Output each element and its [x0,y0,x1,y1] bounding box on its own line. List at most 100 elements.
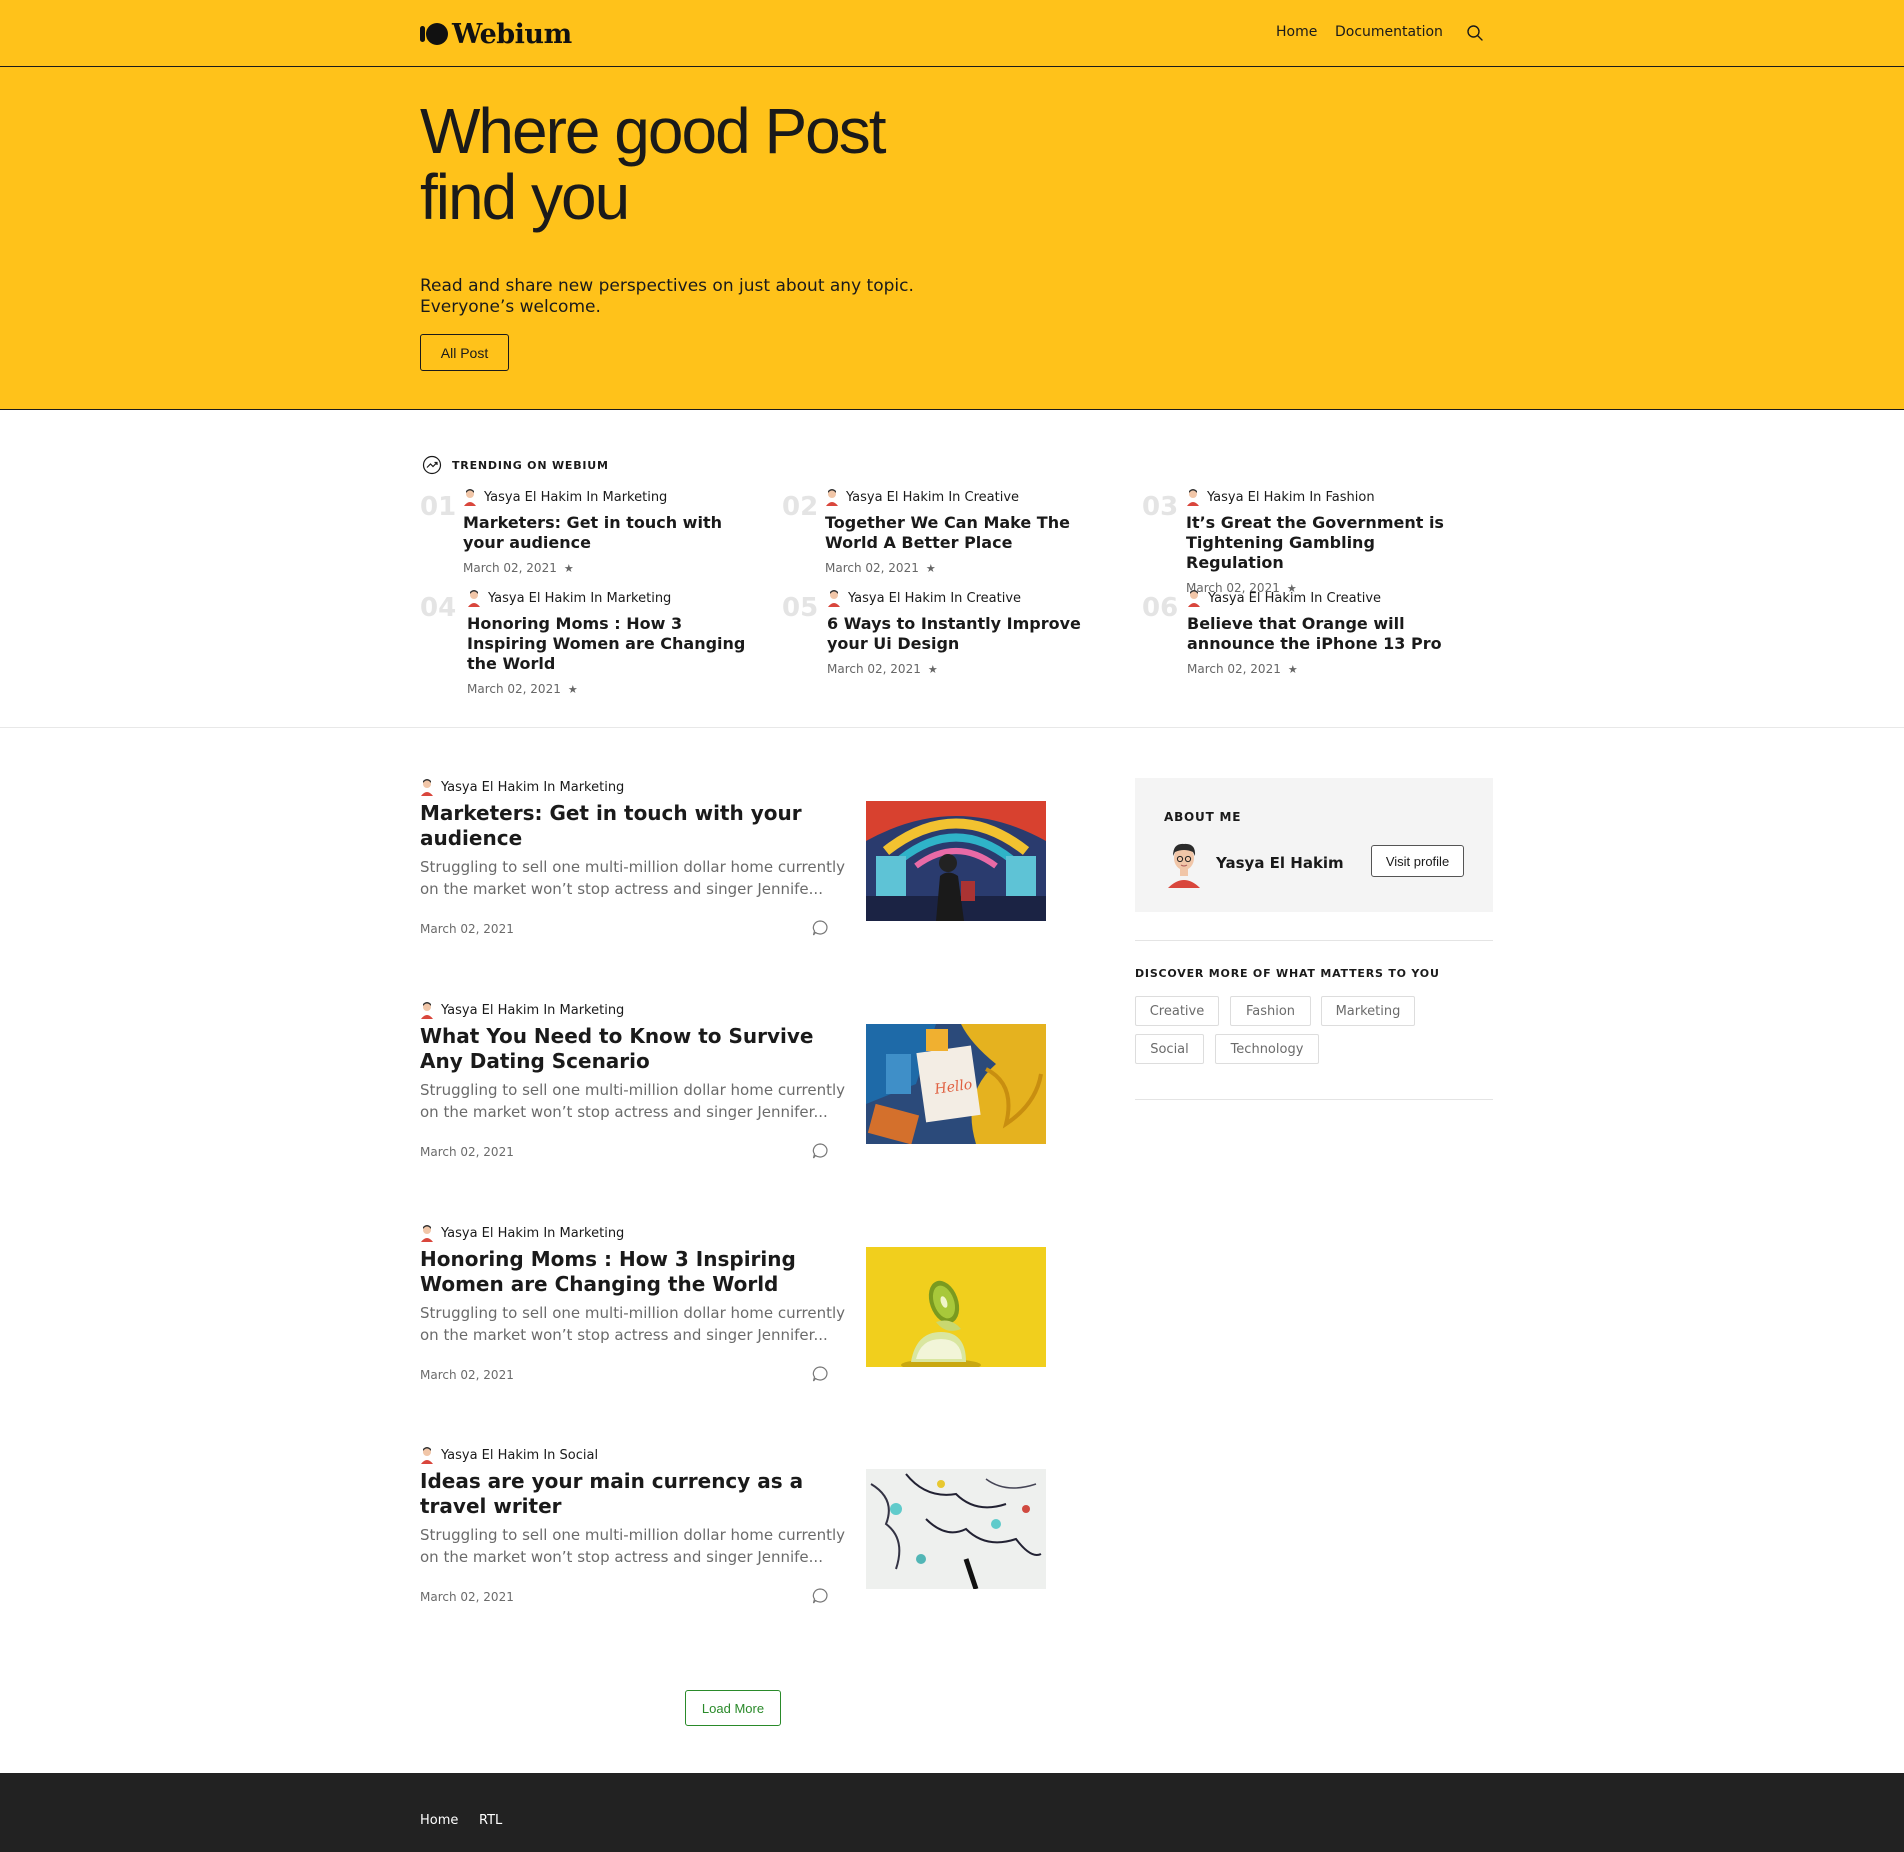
post-card[interactable]: Yasya El Hakim In Marketing Honoring Mom… [420,1224,1046,1384]
trending-header: TRENDING ON WEBIUM [422,455,609,475]
search-icon[interactable] [1466,24,1484,42]
trending-meta: March 02, 2021 ★ [467,682,757,696]
trending-number: 03 [1142,492,1179,522]
site-logo[interactable]: Webium [420,18,572,50]
author-avatar-icon [421,1225,433,1242]
trending-number: 01 [420,492,457,522]
top-navbar: Webium Home Documentation [0,0,1904,67]
author-avatar-icon [464,489,476,506]
author-avatar-icon [1188,590,1200,607]
post-title[interactable]: Marketers: Get in touch with your audien… [420,801,850,851]
abstract-lines-image [866,1469,1046,1589]
post-title[interactable]: Ideas are your main currency as a travel… [420,1469,850,1519]
comment-icon[interactable] [811,1365,829,1383]
author-line[interactable]: Yasya El Hakim In Marketing [467,589,757,607]
trending-title[interactable]: 6 Ways to Instantly Improve your Ui Desi… [827,614,1117,654]
tag-marketing[interactable]: Marketing [1321,996,1415,1026]
post-title[interactable]: What You Need to Know to Survive Any Dat… [420,1024,850,1074]
author-text: Yasya El Hakim In Marketing [441,1002,625,1018]
author-avatar-icon [421,1002,433,1019]
post-title[interactable]: Honoring Moms : How 3 Inspiring Women ar… [420,1247,850,1297]
post-excerpt: Struggling to sell one multi-million dol… [420,858,845,898]
author-text: Yasya El Hakim In Marketing [441,1225,625,1241]
star-icon: ★ [563,561,574,575]
post-excerpt: Struggling to sell one multi-million dol… [420,1526,845,1566]
comment-icon[interactable] [811,919,829,937]
tag-creative[interactable]: Creative [1135,996,1219,1026]
trending-title[interactable]: It’s Great the Government is Tightening … [1186,513,1476,573]
footer-rtl-link[interactable]: RTL [479,1813,502,1828]
post-date: March 02, 2021 [420,1590,514,1604]
post-thumbnail[interactable] [866,801,1046,921]
author-line[interactable]: Yasya El Hakim In Social [420,1446,598,1464]
author-avatar-icon [1187,489,1199,506]
author-avatar-icon [421,779,433,796]
trending-title[interactable]: Marketers: Get in touch with your audien… [463,513,753,553]
trending-title[interactable]: Honoring Moms : How 3 Inspiring Women ar… [467,614,757,674]
author-avatar-icon [826,489,838,506]
trending-meta: March 02, 2021 ★ [825,561,1115,575]
tag-fashion[interactable]: Fashion [1230,996,1311,1026]
author-avatar-icon [828,590,840,607]
comment-icon[interactable] [811,1142,829,1160]
trending-number: 04 [420,593,457,623]
author-avatar-icon [421,1447,433,1464]
profile-avatar[interactable] [1164,840,1204,888]
author-text: Yasya El Hakim In Creative [846,489,1020,505]
nav-home-link[interactable]: Home [1276,24,1317,40]
hero-title-line1: Where good Post [420,95,886,167]
author-line[interactable]: Yasya El Hakim In Creative [1187,589,1477,607]
visit-profile-button[interactable]: Visit profile [1371,845,1464,877]
author-line[interactable]: Yasya El Hakim In Fashion [1186,488,1476,506]
post-date: March 02, 2021 [420,1368,514,1382]
footer-home-link[interactable]: Home [420,1813,458,1828]
about-me-label: ABOUT ME [1164,810,1242,824]
comment-icon[interactable] [811,1587,829,1605]
trending-number: 05 [782,593,819,623]
trending-meta: March 02, 2021 ★ [827,662,1117,676]
author-line[interactable]: Yasya El Hakim In Marketing [420,1224,624,1242]
tag-technology[interactable]: Technology [1215,1034,1319,1064]
author-line[interactable]: Yasya El Hakim In Marketing [420,1001,624,1019]
post-date: March 02, 2021 [420,1145,514,1159]
hero-title: Where good Post find you [420,98,1020,230]
post-card[interactable]: Yasya El Hakim In Marketing Marketers: G… [420,778,1046,938]
author-text: Yasya El Hakim In Creative [848,590,1022,606]
post-card[interactable]: Yasya El Hakim In Social Ideas are your … [420,1446,1046,1606]
trending-date: March 02, 2021 [827,662,921,676]
about-me-card: ABOUT ME Yasya El Hakim Visit profile [1135,778,1493,912]
post-card[interactable]: Yasya El Hakim In Marketing What You Nee… [420,1001,1046,1161]
author-line[interactable]: Yasya El Hakim In Creative [825,488,1115,506]
hero-subtitle-line1: Read and share new perspectives on just … [420,276,914,296]
star-icon: ★ [927,662,938,676]
load-more-button[interactable]: Load More [685,1690,781,1726]
post-thumbnail[interactable] [866,1469,1046,1589]
footer: Home RTL [0,1773,1904,1852]
colorful-interior-image [866,801,1046,921]
trending-label: TRENDING ON WEBIUM [452,458,609,472]
author-text: Yasya El Hakim In Creative [1208,590,1382,606]
star-icon: ★ [925,561,936,575]
trending-number: 06 [1142,593,1179,623]
tag-social[interactable]: Social [1135,1034,1204,1064]
post-excerpt: Struggling to sell one multi-million dol… [420,1304,845,1344]
author-line[interactable]: Yasya El Hakim In Creative [827,589,1117,607]
trending-icon [422,455,442,475]
trending-title[interactable]: Together We Can Make The World A Better … [825,513,1115,553]
author-line[interactable]: Yasya El Hakim In Marketing [463,488,753,506]
hero-title-line2: find you [420,161,630,233]
nav-documentation-link[interactable]: Documentation [1335,24,1443,40]
trending-title[interactable]: Believe that Orange will announce the iP… [1187,614,1477,654]
section-divider [0,727,1904,728]
all-post-button[interactable]: All Post [420,334,509,371]
logo-mark-icon [420,22,448,46]
author-line[interactable]: Yasya El Hakim In Marketing [420,778,624,796]
post-thumbnail[interactable] [866,1247,1046,1367]
kiwi-lemon-image [866,1247,1046,1367]
post-thumbnail[interactable]: Hello [866,1024,1046,1144]
hero-subtitle-line2: Everyone’s welcome. [420,297,601,317]
star-icon: ★ [567,682,578,696]
post-date: March 02, 2021 [420,922,514,936]
author-text: Yasya El Hakim In Marketing [488,590,672,606]
post-excerpt: Struggling to sell one multi-million dol… [420,1081,845,1121]
